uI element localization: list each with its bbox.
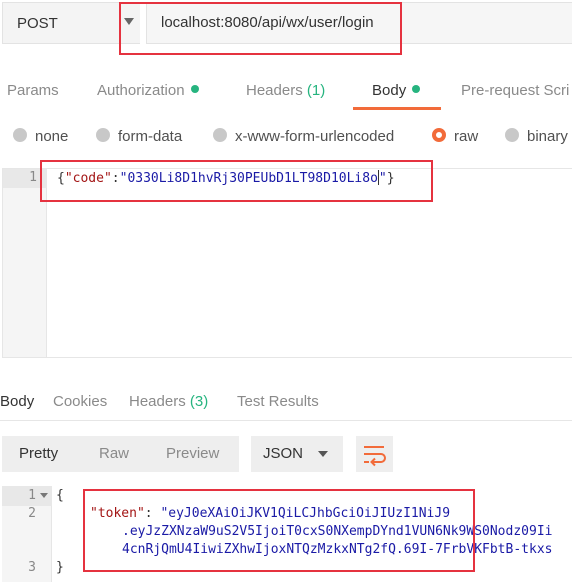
tab-pre-request-script[interactable]: Pre-request Scri [461,82,569,99]
divider [0,420,572,421]
method-label: POST [17,15,58,32]
radio-label: x-www-form-urlencoded [235,128,395,145]
radio-form-data[interactable]: form-data [96,128,182,145]
line-number: 3 [28,560,36,575]
tab-label: Headers [246,82,303,99]
tab-response-body[interactable]: Body [0,393,34,410]
line-gutter: 1 2 3 [2,486,52,582]
format-select[interactable]: JSON [251,436,343,472]
tab-count: (3) [189,393,209,410]
tab-label: Headers [129,393,186,410]
fold-caret-icon[interactable] [40,493,48,498]
tab-test-results[interactable]: Test Results [237,393,319,410]
tab-label: Pre-request Scri [461,82,570,99]
wrap-lines-icon [364,446,386,467]
radio-icon [505,128,519,142]
tab-count: (1) [306,82,326,99]
url-highlight-box [119,2,402,55]
view-mode-group: Pretty Raw Preview [2,436,239,472]
status-dot-icon [190,85,199,93]
token-highlight-box [83,489,475,572]
json-open-brace: { [56,488,64,503]
tab-params[interactable]: Params [7,82,59,99]
json-close-brace: } [56,560,64,575]
radio-binary[interactable]: binary [505,128,568,145]
radio-icon [213,128,227,142]
line-number: 1 [29,170,37,185]
line-number: 2 [28,506,36,521]
status-dot-icon [412,85,421,93]
radio-icon [13,128,27,142]
tab-cookies[interactable]: Cookies [53,393,107,410]
preview-button[interactable]: Preview [166,445,219,462]
radio-label: binary [527,128,568,145]
radio-label: form-data [118,128,183,145]
radio-x-www-form-urlencoded[interactable]: x-www-form-urlencoded [213,128,394,145]
radio-icon [96,128,110,142]
tab-headers[interactable]: Headers (1) [246,82,325,99]
caret-down-icon [318,451,328,457]
radio-none[interactable]: none [13,128,68,145]
response-tabs: Body Cookies Headers (3) Test Results [0,390,572,414]
format-label: JSON [263,445,304,462]
request-tabs: Params Authorization Headers (1) Body Pr… [0,72,572,112]
pretty-button[interactable]: Pretty [19,445,58,462]
radio-label: none [35,128,69,145]
tab-body[interactable]: Body [372,82,421,99]
raw-button[interactable]: Raw [99,445,129,462]
tab-label: Authorization [97,82,185,99]
tab-authorization[interactable]: Authorization [97,82,199,99]
body-type-radios: none form-data x-www-form-urlencoded raw… [0,124,572,152]
tab-response-headers[interactable]: Headers (3) [129,393,208,410]
wrap-lines-button[interactable] [356,436,393,472]
radio-label: raw [454,128,479,145]
tab-label: Params [7,82,59,99]
radio-raw[interactable]: raw [432,128,478,145]
code-highlight-box [40,160,433,202]
tab-label: Body [372,82,407,99]
radio-selected-icon [432,128,446,142]
active-tab-underline [353,107,441,110]
line-number: 1 [28,488,36,503]
